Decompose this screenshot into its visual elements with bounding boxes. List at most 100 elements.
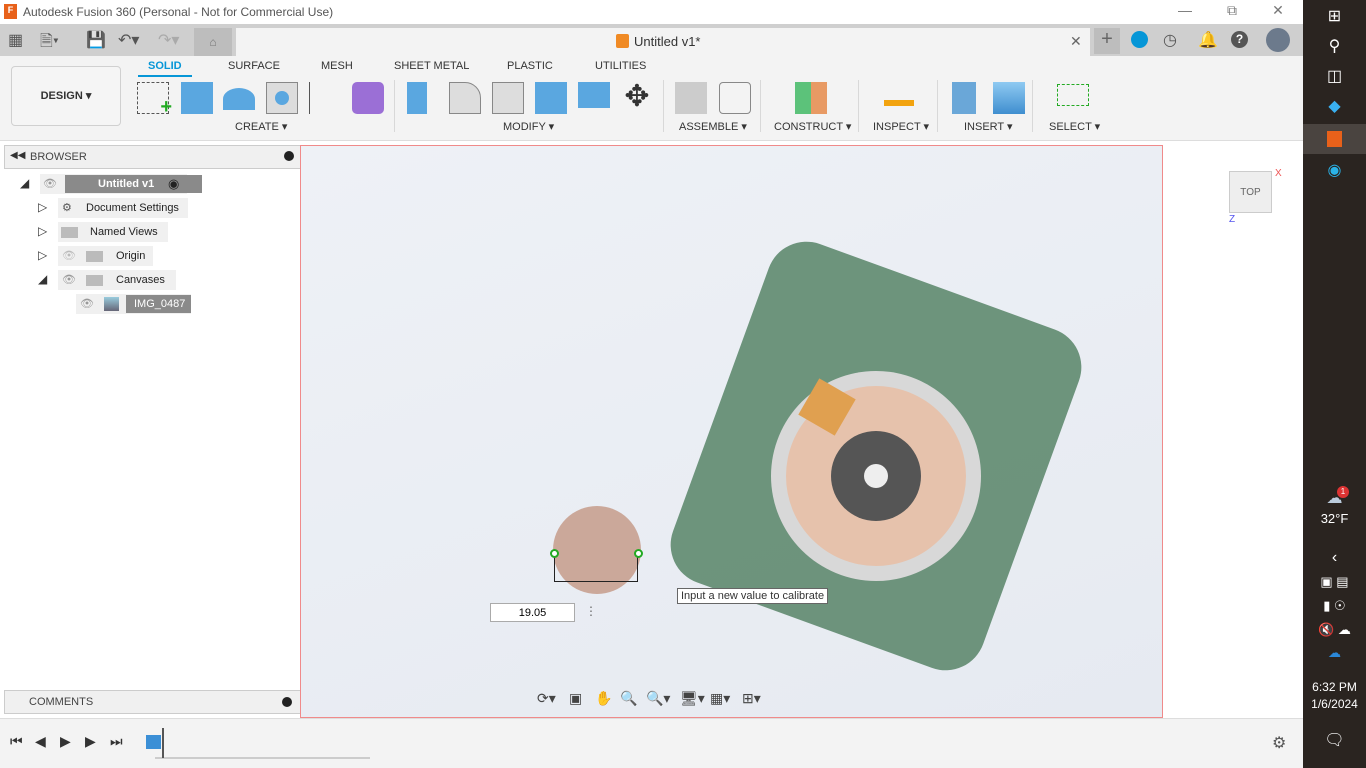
tree-item-canvases[interactable]: Canvases 👁 [58, 270, 176, 290]
show-hidden-icons-chevron-icon[interactable]: ‹ [1303, 549, 1366, 567]
press-pull-icon[interactable] [407, 82, 427, 114]
expand-triangle-icon[interactable]: ◢ [20, 176, 29, 190]
canvas-feature-icon[interactable] [146, 735, 161, 749]
extensions-icon[interactable] [1131, 31, 1148, 48]
insert-menu[interactable]: INSERT ▾ [964, 120, 1013, 133]
action-center-icon[interactable]: 🗨 [1303, 730, 1366, 750]
tab-mesh[interactable]: MESH [321, 60, 353, 72]
timeline-settings-gear-icon[interactable]: ⚙ [1272, 733, 1286, 753]
add-comment-icon[interactable] [282, 697, 292, 707]
viewports-icon[interactable]: ⊞▾ [742, 690, 761, 707]
tab-solid[interactable]: SOLID [138, 60, 192, 77]
onedrive-icon[interactable]: ☁ [1303, 645, 1366, 661]
inspect-menu[interactable]: INSPECT ▾ [873, 120, 929, 133]
close-window-button[interactable]: ✕ [1258, 2, 1298, 22]
calibrate-value-input[interactable] [490, 603, 575, 622]
modify-menu[interactable]: MODIFY ▾ [503, 120, 554, 133]
shell-icon[interactable] [492, 82, 524, 114]
workspace-switcher[interactable]: DESIGN ▾ [11, 66, 121, 126]
calibration-point[interactable] [550, 549, 559, 558]
orbit-icon[interactable]: ⟳▾ [537, 690, 556, 707]
tree-item-canvas-image[interactable]: 👁 IMG_0487 [76, 294, 191, 314]
task-view-icon[interactable]: ◫ [1303, 66, 1366, 86]
select-icon[interactable] [1057, 84, 1089, 106]
revolve-icon[interactable] [223, 88, 255, 110]
tab-surface[interactable]: SURFACE [228, 60, 280, 72]
zoom-icon[interactable]: 🔍 [620, 690, 637, 707]
volume-muted-cloud-icons[interactable]: 🔇 ☁ [1303, 622, 1366, 638]
tree-root[interactable]: 👁 Untitled v1 ◉ [40, 174, 202, 194]
restore-button[interactable]: ⧉ [1212, 2, 1252, 22]
expand-triangle-icon[interactable]: ▷ [38, 248, 47, 262]
weather-icon[interactable]: ☁ [1303, 488, 1366, 508]
extrude-icon[interactable] [181, 82, 213, 114]
expand-triangle-icon[interactable]: ◢ [38, 272, 47, 286]
display-settings-icon[interactable]: 🖥▾ [680, 690, 705, 707]
visibility-eye-icon[interactable]: 👁 [62, 270, 76, 290]
look-at-icon[interactable]: ▣ [569, 690, 582, 707]
windows-start-icon[interactable]: ⊞ [1303, 6, 1366, 26]
app-icon[interactable]: ◉ [1303, 160, 1366, 180]
zoom-window-icon[interactable]: 🔍▾ [646, 690, 670, 707]
tab-sheet-metal[interactable]: SHEET METAL [394, 60, 469, 72]
tab-utilities[interactable]: UTILITIES [595, 60, 646, 72]
clock-time[interactable]: 6:32 PM [1303, 680, 1366, 694]
viewcube[interactable]: TOP [1229, 171, 1272, 213]
hidden-eye-icon[interactable]: 👁 [62, 246, 76, 266]
browser-header[interactable]: ◀◀ BROWSER [4, 145, 303, 169]
select-menu[interactable]: SELECT ▾ [1049, 120, 1100, 133]
assemble-menu[interactable]: ASSEMBLE ▾ [679, 120, 747, 133]
combine-icon[interactable] [535, 82, 567, 114]
offset-plane-icon[interactable] [795, 82, 827, 114]
create-menu[interactable]: CREATE ▾ [235, 120, 287, 133]
canvas-image[interactable] [300, 145, 1163, 718]
calibration-point[interactable] [634, 549, 643, 558]
minimize-panel-icon[interactable] [284, 151, 294, 161]
clock-date[interactable]: 1/6/2024 [1303, 697, 1366, 711]
tree-item-document-settings[interactable]: Document Settings ⚙ [58, 198, 188, 218]
tree-item-origin[interactable]: Origin 👁 [58, 246, 153, 266]
help-icon[interactable]: ? [1231, 31, 1248, 48]
collapse-panel-icon[interactable]: ◀◀ [10, 150, 25, 161]
timeline-marker[interactable] [162, 728, 164, 758]
comments-panel[interactable]: COMMENTS [4, 690, 303, 714]
job-status-icon[interactable]: ◷ [1163, 30, 1177, 50]
close-tab-icon[interactable]: ✕ [1070, 33, 1082, 50]
hole-icon[interactable] [266, 82, 298, 114]
tab-plastic[interactable]: PLASTIC [507, 60, 553, 72]
document-tab[interactable]: Untitled v1* ✕ [236, 28, 1090, 56]
tray-icons[interactable]: ▣ ▤ [1303, 574, 1366, 590]
notifications-bell-icon[interactable]: 🔔 [1198, 30, 1218, 50]
battery-wifi-icons[interactable]: ▮ ☉ [1303, 598, 1366, 614]
fusion-taskbar-icon[interactable] [1303, 124, 1366, 154]
go-to-end-icon[interactable]: ⏭ [110, 733, 123, 750]
create-form-icon[interactable] [352, 82, 384, 114]
expand-triangle-icon[interactable]: ▷ [38, 224, 47, 238]
timeline-track[interactable] [155, 757, 370, 759]
split-body-icon[interactable] [578, 82, 610, 108]
minimize-button[interactable]: — [1165, 2, 1205, 22]
activate-radio-icon[interactable]: ◉ [168, 174, 179, 194]
user-avatar[interactable] [1266, 28, 1290, 52]
redo-icon[interactable]: ↷▾ [158, 30, 179, 50]
go-to-start-icon[interactable]: ⏮ [10, 733, 23, 750]
undo-icon[interactable]: ↶▾ [118, 30, 139, 50]
grid-settings-icon[interactable]: ▦▾ [710, 690, 730, 707]
step-forward-icon[interactable]: ▶ [85, 733, 96, 750]
file-menu-icon[interactable]: 🗎▾ [40, 30, 59, 57]
app-icon[interactable]: ◆ [1303, 96, 1366, 116]
play-icon[interactable]: ▶ [60, 733, 71, 750]
save-icon[interactable]: 💾 [86, 30, 106, 50]
step-back-icon[interactable]: ◀ [35, 733, 46, 750]
construct-menu[interactable]: CONSTRUCT ▾ [774, 120, 851, 133]
tree-item-named-views[interactable]: Named Views [58, 222, 168, 242]
search-icon[interactable]: ⚲ [1303, 36, 1366, 56]
move-copy-icon[interactable]: ✥ [621, 82, 653, 114]
insert-canvas-icon[interactable] [993, 82, 1025, 114]
measure-icon[interactable] [884, 92, 914, 106]
apps-grid-icon[interactable]: ▦ [8, 30, 23, 50]
insert-mcmaster-icon[interactable] [952, 82, 976, 114]
pan-icon[interactable]: ✋ [595, 690, 612, 707]
new-tab-icon[interactable]: + [1094, 28, 1120, 54]
home-icon[interactable]: ⌂ [194, 28, 232, 56]
